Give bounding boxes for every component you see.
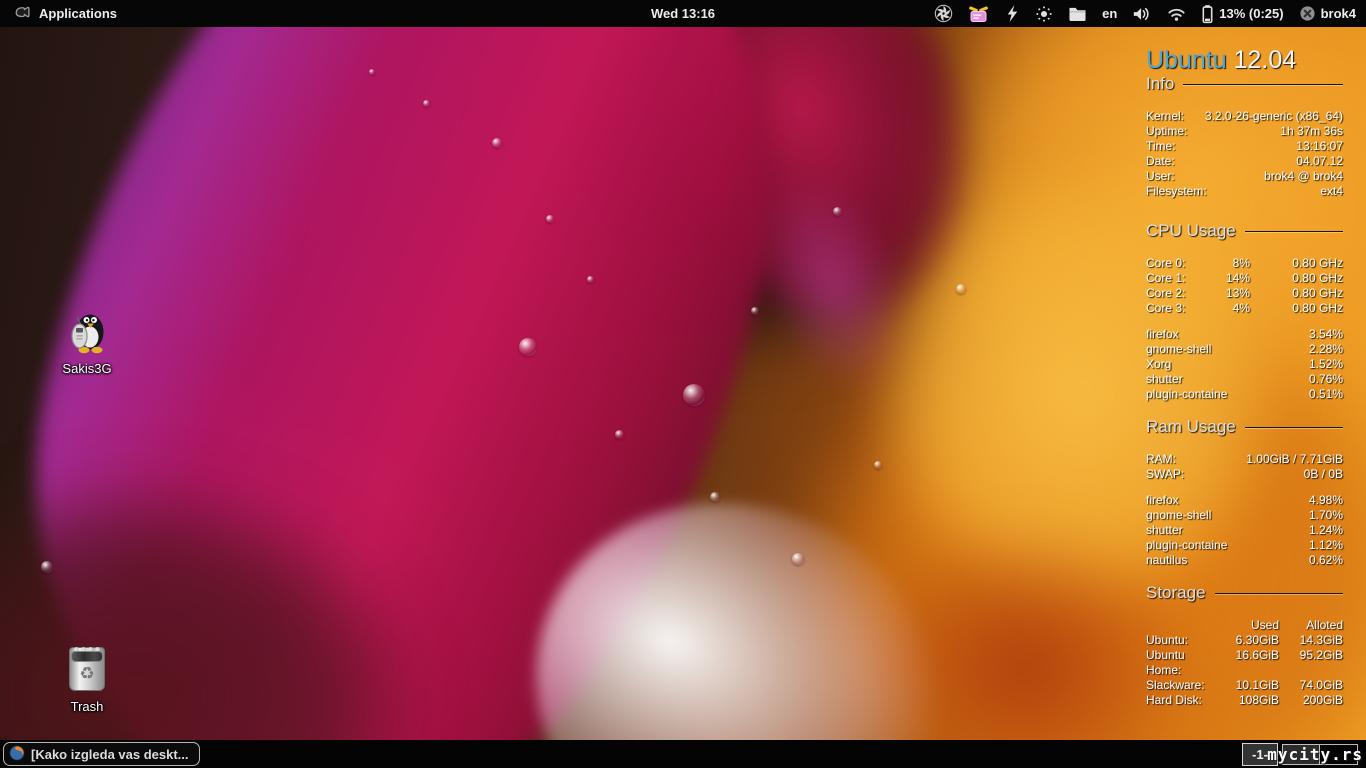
storage-row: Slackware: 10.1GiB 74.0GiB: [1146, 678, 1343, 692]
info-row: Date: 04.07.12: [1146, 154, 1343, 168]
info-row: Time: 13:16:07: [1146, 139, 1343, 153]
water-droplet: [874, 460, 883, 469]
files-icon[interactable]: [1068, 0, 1087, 27]
conky-title: Ubuntu 12.04: [1146, 46, 1343, 74]
user-status-icon: [1299, 5, 1316, 22]
storage-header-row: Used Alloted: [1250, 618, 1343, 632]
tux-penguin-icon: [61, 306, 113, 356]
desktop-icon-label: Trash: [70, 699, 104, 714]
cpu-core-row: Core 2: 13% 0.80 GHz: [1146, 286, 1343, 300]
wallpaper-layer: [0, 483, 410, 768]
cpu-process-row: gnome-shell 2.28%: [1146, 342, 1343, 356]
distro-name: Ubuntu: [1146, 46, 1227, 74]
ram-row: SWAP: 0B / 0B: [1146, 467, 1343, 481]
water-droplet: [614, 430, 624, 440]
ram-process-row: firefox 4.98%: [1146, 493, 1343, 507]
wallpaper-layer: [27, 384, 492, 646]
gift-indicator-icon[interactable]: [968, 0, 989, 27]
desktop-icon-sakis3g[interactable]: Sakis3G: [45, 306, 129, 376]
distro-logo-icon: [12, 3, 31, 25]
ram-process-row: plugin-containe 1.12%: [1146, 538, 1343, 552]
wallpaper-petal: [729, 152, 937, 416]
water-droplet: [683, 384, 705, 406]
applications-menu[interactable]: Applications: [8, 0, 121, 27]
wallpaper-petal: [637, 0, 1016, 355]
firefox-window-icon: [9, 745, 25, 764]
wallpaper-layer: [519, 0, 984, 354]
window-list-button[interactable]: [Kako izgleda vas deskt...: [3, 742, 200, 766]
wifi-icon[interactable]: [1167, 0, 1186, 27]
desktop-icon-label: Sakis3G: [62, 361, 112, 376]
clock-menu[interactable]: Wed 13:16: [641, 0, 725, 27]
section-header-info: Info: [1146, 74, 1343, 94]
ram-row: RAM: 1.00GiB / 7.71GiB: [1146, 452, 1343, 466]
cpu-core-row: Core 1: 14% 0.80 GHz: [1146, 271, 1343, 285]
section-header-cpu: CPU Usage: [1146, 221, 1343, 241]
cpu-process-row: plugin-containe 0.51%: [1146, 387, 1343, 401]
section-header-storage: Storage: [1146, 583, 1343, 603]
trash-icon: ♻: [61, 644, 113, 694]
info-row: Filesystem: ext4: [1146, 184, 1343, 198]
water-droplet: [751, 307, 760, 316]
desktop-icon-trash[interactable]: ♻ Trash: [45, 644, 129, 714]
ram-process-row: gnome-shell 1.70%: [1146, 508, 1343, 522]
applications-label: Applications: [39, 6, 118, 21]
storage-row: Ubuntu Home: 16.6GiB 95.2GiB: [1146, 648, 1343, 677]
ram-process-row: nautilus 0.62%: [1146, 553, 1343, 567]
battery-label: 13% (0:25): [1219, 6, 1284, 21]
water-droplet: [546, 215, 555, 224]
volume-icon[interactable]: [1132, 0, 1152, 27]
desktop-screen: Applications Wed 13:16 en 13% (0:25) bro…: [0, 0, 1366, 768]
water-droplet: [40, 560, 53, 573]
brightness-icon[interactable]: [1035, 0, 1053, 27]
clock-label: Wed 13:16: [650, 6, 716, 21]
water-droplet: [710, 491, 721, 502]
info-row: Uptime: 1h 37m 36s: [1146, 124, 1343, 138]
battery-icon: [1201, 4, 1214, 24]
ram-process-row: shutter 1.24%: [1146, 523, 1343, 537]
distro-version: 12.04: [1233, 46, 1297, 74]
water-droplet: [833, 207, 843, 217]
water-droplet: [519, 337, 538, 356]
info-row: Kernel: 3.2.0-26-generic (x86_64): [1146, 109, 1343, 123]
keyboard-layout-indicator[interactable]: en: [1102, 0, 1117, 27]
bottom-panel: [Kako izgleda vas deskt... -1-: [0, 740, 1366, 768]
lightning-icon[interactable]: [1004, 0, 1020, 27]
cpu-core-row: Core 3: 4% 0.80 GHz: [1146, 301, 1343, 315]
wallpaper-petal-edge: [475, 439, 1000, 768]
battery-indicator[interactable]: 13% (0:25): [1201, 0, 1284, 27]
water-droplet: [423, 99, 431, 107]
water-droplet: [491, 138, 502, 149]
storage-row: Ubuntu: 6.30GiB 14.3GiB: [1146, 633, 1343, 647]
cpu-process-row: shutter 0.76%: [1146, 372, 1343, 386]
cpu-process-row: firefox 3.54%: [1146, 327, 1343, 341]
window-list-label: [Kako izgleda vas deskt...: [31, 746, 189, 762]
cpu-core-row: Core 0: 8% 0.80 GHz: [1146, 256, 1343, 270]
shutter-icon[interactable]: [934, 0, 953, 27]
top-panel: Applications Wed 13:16 en 13% (0:25) bro…: [0, 0, 1366, 27]
cpu-process-row: Xorg 1.52%: [1146, 357, 1343, 371]
water-droplet: [368, 69, 375, 76]
watermark: mycity.rs: [1267, 745, 1363, 764]
water-droplet: [792, 552, 805, 565]
system-tray: en 13% (0:25) brok4: [934, 0, 1356, 27]
section-header-ram: Ram Usage: [1146, 417, 1343, 437]
water-droplet: [956, 284, 967, 295]
storage-row: Hard Disk: 108GiB 200GiB: [1146, 693, 1343, 707]
info-row: User: brok4 @ brok4: [1146, 169, 1343, 183]
conky-widget: Ubuntu 12.04 Info Kernel: 3.2.0-26-generi…: [1146, 46, 1343, 708]
water-droplet: [587, 276, 595, 284]
user-menu[interactable]: brok4: [1299, 0, 1356, 27]
username-label: brok4: [1320, 6, 1356, 21]
